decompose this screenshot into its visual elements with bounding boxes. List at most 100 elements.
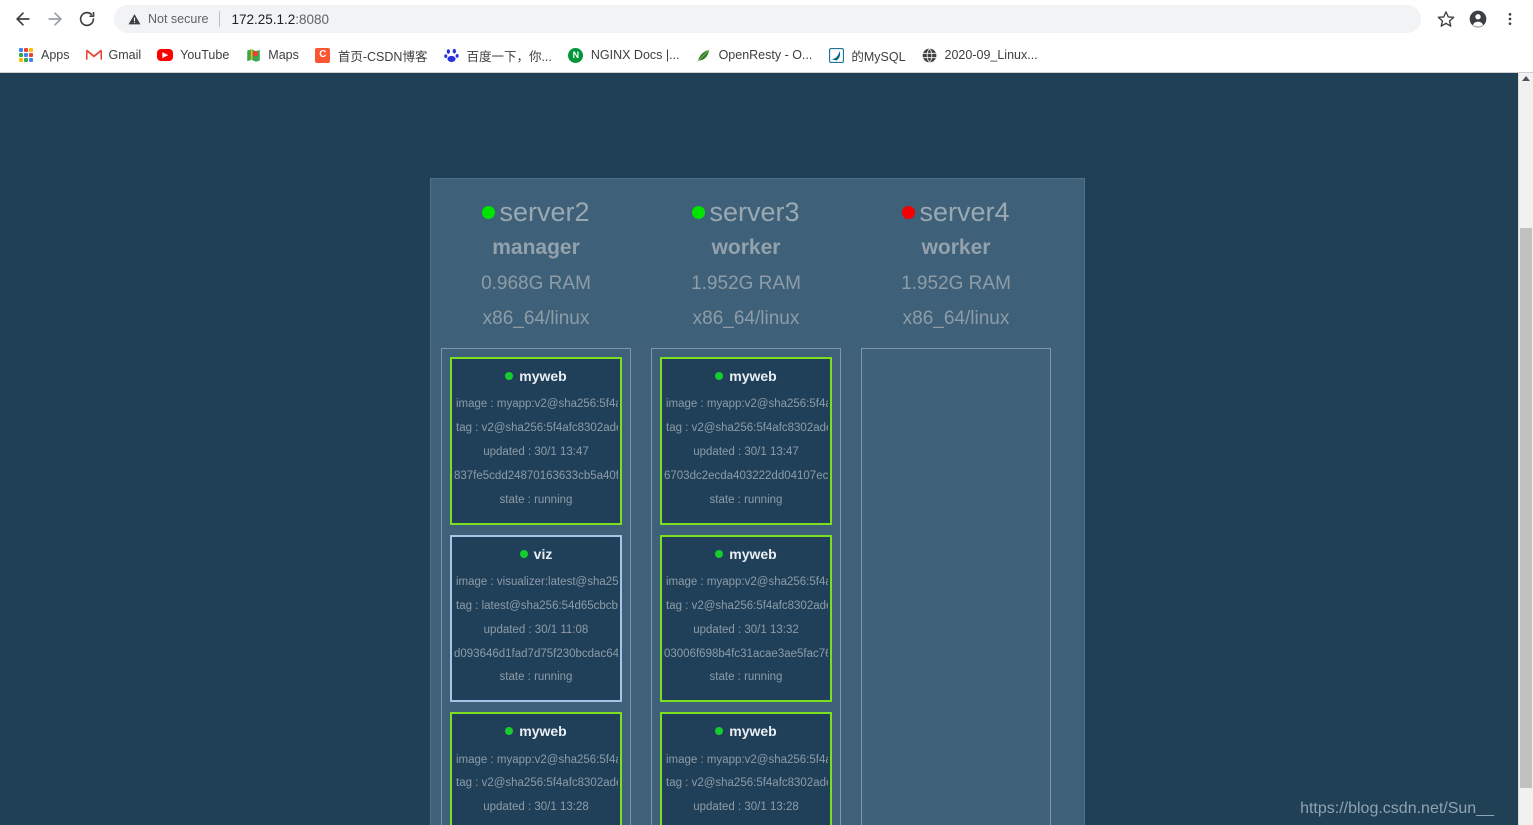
node-memory: 1.952G RAM <box>691 272 801 294</box>
back-button[interactable] <box>8 4 38 34</box>
star-icon <box>1437 11 1455 27</box>
node-memory: 1.952G RAM <box>901 272 1011 294</box>
three-dot-menu-icon <box>1508 13 1512 25</box>
bookmark-label: OpenResty - O... <box>718 48 813 62</box>
maps-icon <box>245 47 261 63</box>
profile-button[interactable] <box>1463 4 1493 34</box>
globe-icon <box>922 47 938 63</box>
node-arch: x86_64/linux <box>902 307 1010 329</box>
bookmark-youtube[interactable]: ▶ YouTube <box>149 42 237 68</box>
node-status-dot-icon <box>482 205 496 219</box>
security-label: Not secure <box>148 12 209 26</box>
task-tag: tag : v2@sha256:5f4afc8302ade316f <box>456 777 618 790</box>
task-column-server4 <box>851 347 1061 825</box>
openresty-icon <box>696 47 712 63</box>
browser-menu-button[interactable] <box>1495 4 1525 34</box>
youtube-play-shape: ▶ <box>157 49 174 61</box>
reload-icon <box>79 11 95 27</box>
security-indicator[interactable]: Not secure <box>128 12 208 26</box>
task-image: image : myapp:v2@sha256:5f4afc8302ade316… <box>456 753 618 766</box>
bookmark-label: 的MySQL <box>851 49 906 64</box>
node-title: server3 <box>646 195 846 230</box>
url-host: 172.25.1.2 <box>231 11 296 27</box>
task-card[interactable]: myweb image : myapp:v2@sha256:5f4afc8302… <box>660 534 832 703</box>
task-image: image : visualizer:latest@sha256:54d <box>456 575 618 588</box>
bookmark-star-button[interactable] <box>1431 4 1461 34</box>
address-bar[interactable]: Not secure 172.25.1.2:8080 <box>114 5 1421 33</box>
task-updated: updated : 30/1 13:47 <box>693 445 799 458</box>
apps-grid-icon <box>18 47 34 63</box>
bookmark-gmail[interactable]: Gmail <box>78 42 150 68</box>
page-viewport: server2 manager 0.968G RAM x86_64/linux … <box>0 73 1533 825</box>
task-column-server2: myweb image : myapp:v2@sha256:5f4afc8302… <box>431 347 641 825</box>
bookmark-csdn[interactable]: C 首页-CSDN博客 <box>307 42 436 68</box>
bookmark-label: Apps <box>41 48 70 62</box>
reload-button[interactable] <box>72 4 102 34</box>
node-task-columns: myweb image : myapp:v2@sha256:5f4afc8302… <box>431 336 1084 825</box>
task-name: viz <box>533 545 553 562</box>
task-tag: tag : v2@sha256:5f4afc8302ade316f <box>666 599 828 612</box>
gmail-icon <box>85 47 102 63</box>
node-arch: x86_64/linux <box>692 307 800 329</box>
task-state: state : running <box>499 671 573 684</box>
csdn-icon: C <box>315 47 331 63</box>
task-name-row: myweb <box>454 367 618 385</box>
node-role: worker <box>711 235 781 259</box>
bookmark-label: 首页-CSDN博客 <box>337 49 428 64</box>
task-name: myweb <box>729 545 777 562</box>
task-id: 837fe5cdd24870163633cb5a40faa95 <box>454 469 618 482</box>
scroll-up-arrow-icon[interactable] <box>1522 76 1530 81</box>
nginx-circle-shape: N <box>568 47 584 63</box>
task-id: 621f84964098b5049de6c3f4250a883 <box>664 820 828 825</box>
task-name-row: myweb <box>664 367 828 385</box>
vertical-scrollbar[interactable] <box>1518 73 1533 825</box>
task-updated: updated : 30/1 13:28 <box>483 801 589 814</box>
task-name: myweb <box>519 723 567 740</box>
task-column-box: myweb image : myapp:v2@sha256:5f4afc8302… <box>441 347 631 825</box>
forward-button[interactable] <box>40 4 70 34</box>
task-image: image : myapp:v2@sha256:5f4afc8302ade316… <box>666 398 828 411</box>
map-pin-icon <box>247 48 260 62</box>
bookmark-linux-doc[interactable]: 2020-09_Linux... <box>914 42 1046 68</box>
task-updated: updated : 30/1 11:08 <box>483 623 589 636</box>
bookmark-label: Maps <box>268 48 299 62</box>
node-title: server4 <box>856 195 1056 230</box>
bookmark-label: Gmail <box>108 48 142 62</box>
bookmark-label: 2020-09_Linux... <box>944 48 1038 62</box>
bookmark-nginx[interactable]: N NGINX Docs |... <box>560 42 688 68</box>
gmail-envelope-icon <box>85 49 102 60</box>
task-image: image : myapp:v2@sha256:5f4afc8302ade316… <box>666 575 828 588</box>
task-tag: tag : v2@sha256:5f4afc8302ade316f <box>666 777 828 790</box>
bookmark-maps[interactable]: Maps <box>237 42 307 68</box>
node-name: server3 <box>709 197 800 227</box>
node-role: manager <box>492 235 580 259</box>
csdn-square-shape: C <box>315 47 331 63</box>
task-status-dot-icon <box>505 727 514 736</box>
task-card[interactable]: myweb image : myapp:v2@sha256:5f4afc8302… <box>450 712 622 825</box>
task-state: state : running <box>499 493 573 506</box>
task-updated: updated : 30/1 13:47 <box>483 445 589 458</box>
task-name: myweb <box>519 367 567 384</box>
warning-triangle-icon <box>128 13 141 24</box>
task-status-dot-icon <box>519 549 528 558</box>
task-name-row: myweb <box>454 722 618 740</box>
bookmark-label: 百度一下，你... <box>466 49 552 64</box>
bookmark-openresty[interactable]: OpenResty - O... <box>688 42 821 68</box>
browser-toolbar: Not secure 172.25.1.2:8080 <box>0 0 1533 38</box>
task-name-row: viz <box>454 545 618 563</box>
task-state: state : running <box>709 671 783 684</box>
bookmark-apps[interactable]: Apps <box>10 42 78 68</box>
node-role: worker <box>921 235 991 259</box>
bookmarks-bar: Apps Gmail ▶ YouTube Maps C 首页-CSDN博客 百度… <box>0 38 1533 72</box>
task-card[interactable]: myweb image : myapp:v2@sha256:5f4afc8302… <box>450 356 622 525</box>
node-title: server2 <box>436 195 636 230</box>
scrollbar-thumb[interactable] <box>1520 228 1532 788</box>
task-card[interactable]: myweb image : myapp:v2@sha256:5f4afc8302… <box>660 356 832 525</box>
bookmark-baidu[interactable]: 百度一下，你... <box>435 42 559 68</box>
node-name: server2 <box>499 197 590 227</box>
task-id: c98a108828a7785e844da2e96b1666 <box>454 820 618 825</box>
task-card[interactable]: viz image : visualizer:latest@sha256:54d… <box>450 534 622 703</box>
bookmark-mysql[interactable]: 的MySQL <box>820 42 913 68</box>
task-card[interactable]: myweb image : myapp:v2@sha256:5f4afc8302… <box>660 712 832 825</box>
url-text: 172.25.1.2:8080 <box>231 12 329 27</box>
